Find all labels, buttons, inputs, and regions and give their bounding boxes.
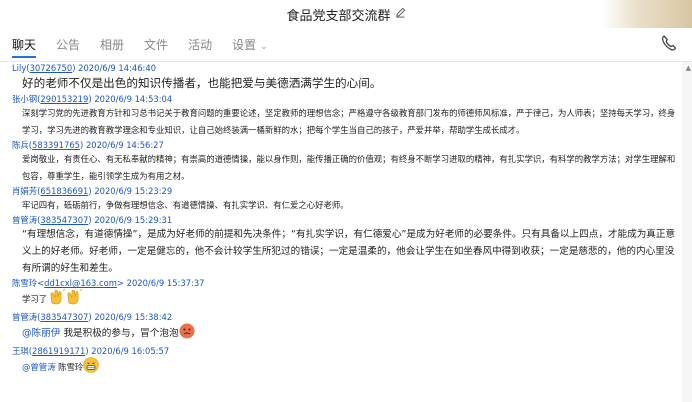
message-time: 2020/6/9 15:38:42 <box>94 312 173 322</box>
tab-activity[interactable]: 活动 <box>188 28 212 62</box>
sender-id[interactable]: 383547307 <box>40 215 88 225</box>
message-header: 陈兵(583391765) 2020/6/9 14:56:27 <box>12 140 164 150</box>
chat-message: 张小钢(290153219) 2020/6/9 14:53:04 深刻学习党的先… <box>12 93 682 139</box>
message-time: 2020/6/9 16:05:57 <box>91 346 170 356</box>
message-time: 2020/6/9 15:37:37 <box>126 278 205 288</box>
message-text: 陈雪玲 <box>58 362 84 372</box>
message-time: 2020/6/9 14:56:27 <box>85 140 164 150</box>
face-emoji-icon <box>179 323 195 345</box>
sender-id[interactable]: 290153219 <box>40 94 88 104</box>
tab-chat[interactable]: 聊天 <box>12 28 37 62</box>
chat-message: 王琪(2861919171) 2020/6/9 16:05:57 @曾管涛 陈雪… <box>12 345 682 379</box>
sender-name[interactable]: 陈兵 <box>12 140 29 150</box>
tab-settings-label: 设置 <box>232 37 257 52</box>
sender-name[interactable]: 曾管涛 <box>12 215 37 225</box>
sender-name[interactable]: 王琪 <box>12 346 29 356</box>
mention-link[interactable]: @陈丽伊 <box>22 328 60 339</box>
scroll-up-icon[interactable]: ▲ <box>686 64 691 72</box>
title-bar: 食品党支部交流群 <box>0 0 692 28</box>
message-time: 2020/6/9 14:53:04 <box>94 94 173 104</box>
message-header: 曾管涛(383547307) 2020/6/9 15:29:31 <box>12 215 173 225</box>
message-content: 学习了 <box>12 288 682 311</box>
phone-call-icon[interactable] <box>660 34 678 52</box>
tab-announcement[interactable]: 公告 <box>56 28 80 62</box>
sender-email[interactable]: dd1cxl@163.com <box>44 278 117 288</box>
clapping-hands-emoji-icon <box>49 288 83 311</box>
sender-id[interactable]: 651836691 <box>40 186 88 196</box>
chat-message: 曾管涛(383547307) 2020/6/9 15:29:31 “有理想信念，… <box>12 214 682 277</box>
tab-files[interactable]: 文件 <box>144 28 168 62</box>
message-content: @陈丽伊 我是积极的参与，冒个泡泡 <box>12 323 682 345</box>
sender-id[interactable]: 30726750 <box>30 63 73 73</box>
window-title: 食品党支部交流群 <box>286 8 391 24</box>
chat-message: Lily(30726750) 2020/6/9 14:46:40 好的老师不仅是… <box>12 62 682 93</box>
message-text: 深刻学习党的先进教育方针和习总书记关于教育问题的重要论述，坚定教师的理想信念；严… <box>22 108 676 135</box>
message-text: 牢记四有，砥砺前行，争做有理想信念、有道德情操、有扎实学识、有仁爱之心好老师。 <box>22 200 349 210</box>
message-header: 王琪(2861919171) 2020/6/9 16:05:57 <box>12 346 170 356</box>
message-header: 陈雪玲<dd1cxl@163.com> 2020/6/9 15:37:37 <box>12 278 205 288</box>
tab-album[interactable]: 相册 <box>100 28 124 62</box>
message-time: 2020/6/9 14:46:40 <box>78 63 157 73</box>
message-header: Lily(30726750) 2020/6/9 14:46:40 <box>12 63 157 73</box>
chat-message: 陈兵(583391765) 2020/6/9 14:56:27 爱岗敬业，有责任… <box>12 139 682 185</box>
grin-emoji-icon <box>83 357 100 379</box>
chat-scrollbar[interactable] <box>682 62 692 402</box>
mention-link[interactable]: @曾管涛 <box>22 362 56 372</box>
pencil-icon[interactable] <box>395 7 406 21</box>
message-time: 2020/6/9 15:29:31 <box>94 215 173 225</box>
message-text: 爱岗敬业，有责任心、有无私奉献的精神；有崇高的道德情操，能以身作则，能传播正确的… <box>22 154 676 181</box>
sender-name[interactable]: 曾管涛 <box>12 312 37 322</box>
message-header: 张小钢(290153219) 2020/6/9 14:53:04 <box>12 94 173 104</box>
sender-name[interactable]: 张小钢 <box>12 94 37 104</box>
sender-id[interactable]: 583391765 <box>32 140 80 150</box>
sender-id[interactable]: 383547307 <box>40 312 88 322</box>
message-text: 好的老师不仅是出色的知识传播者，也能把爱与美德洒满学生的心间。 <box>22 76 382 90</box>
sender-name[interactable]: Lily <box>12 63 26 73</box>
message-content: @曾管涛 陈雪玲 <box>12 357 682 379</box>
sender-name[interactable]: 肖娟芳 <box>12 186 37 196</box>
chevron-down-icon: ⌄ <box>260 41 268 52</box>
chat-message: 陈雪玲<dd1cxl@163.com> 2020/6/9 15:37:37 学习… <box>12 277 682 311</box>
message-text: 学习了 <box>22 294 48 304</box>
sender-id[interactable]: 2861919171 <box>32 346 85 356</box>
tab-settings[interactable]: 设置 ⌄ <box>232 28 268 62</box>
message-text: “有理想信念，有道德情操”，是成为好老师的前提和先决条件；“有扎实学识，有仁德爱… <box>22 229 676 274</box>
tab-bar: 聊天 公告 相册 文件 活动 设置 ⌄ <box>0 28 692 62</box>
title-decoration <box>602 0 692 28</box>
chat-message: 肖娟芳(651836691) 2020/6/9 15:23:29 牢记四有，砥砺… <box>12 185 682 214</box>
message-header: 曾管涛(383547307) 2020/6/9 15:38:42 <box>12 312 173 322</box>
chat-message: 曾管涛(383547307) 2020/6/9 15:38:42 @陈丽伊 我是… <box>12 311 682 345</box>
chat-history: Lily(30726750) 2020/6/9 14:46:40 好的老师不仅是… <box>0 62 682 402</box>
message-time: 2020/6/9 15:23:29 <box>94 186 173 196</box>
message-text: 我是积极的参与，冒个泡泡 <box>63 328 179 339</box>
message-header: 肖娟芳(651836691) 2020/6/9 15:23:29 <box>12 186 173 196</box>
sender-name[interactable]: 陈雪玲 <box>12 278 37 288</box>
